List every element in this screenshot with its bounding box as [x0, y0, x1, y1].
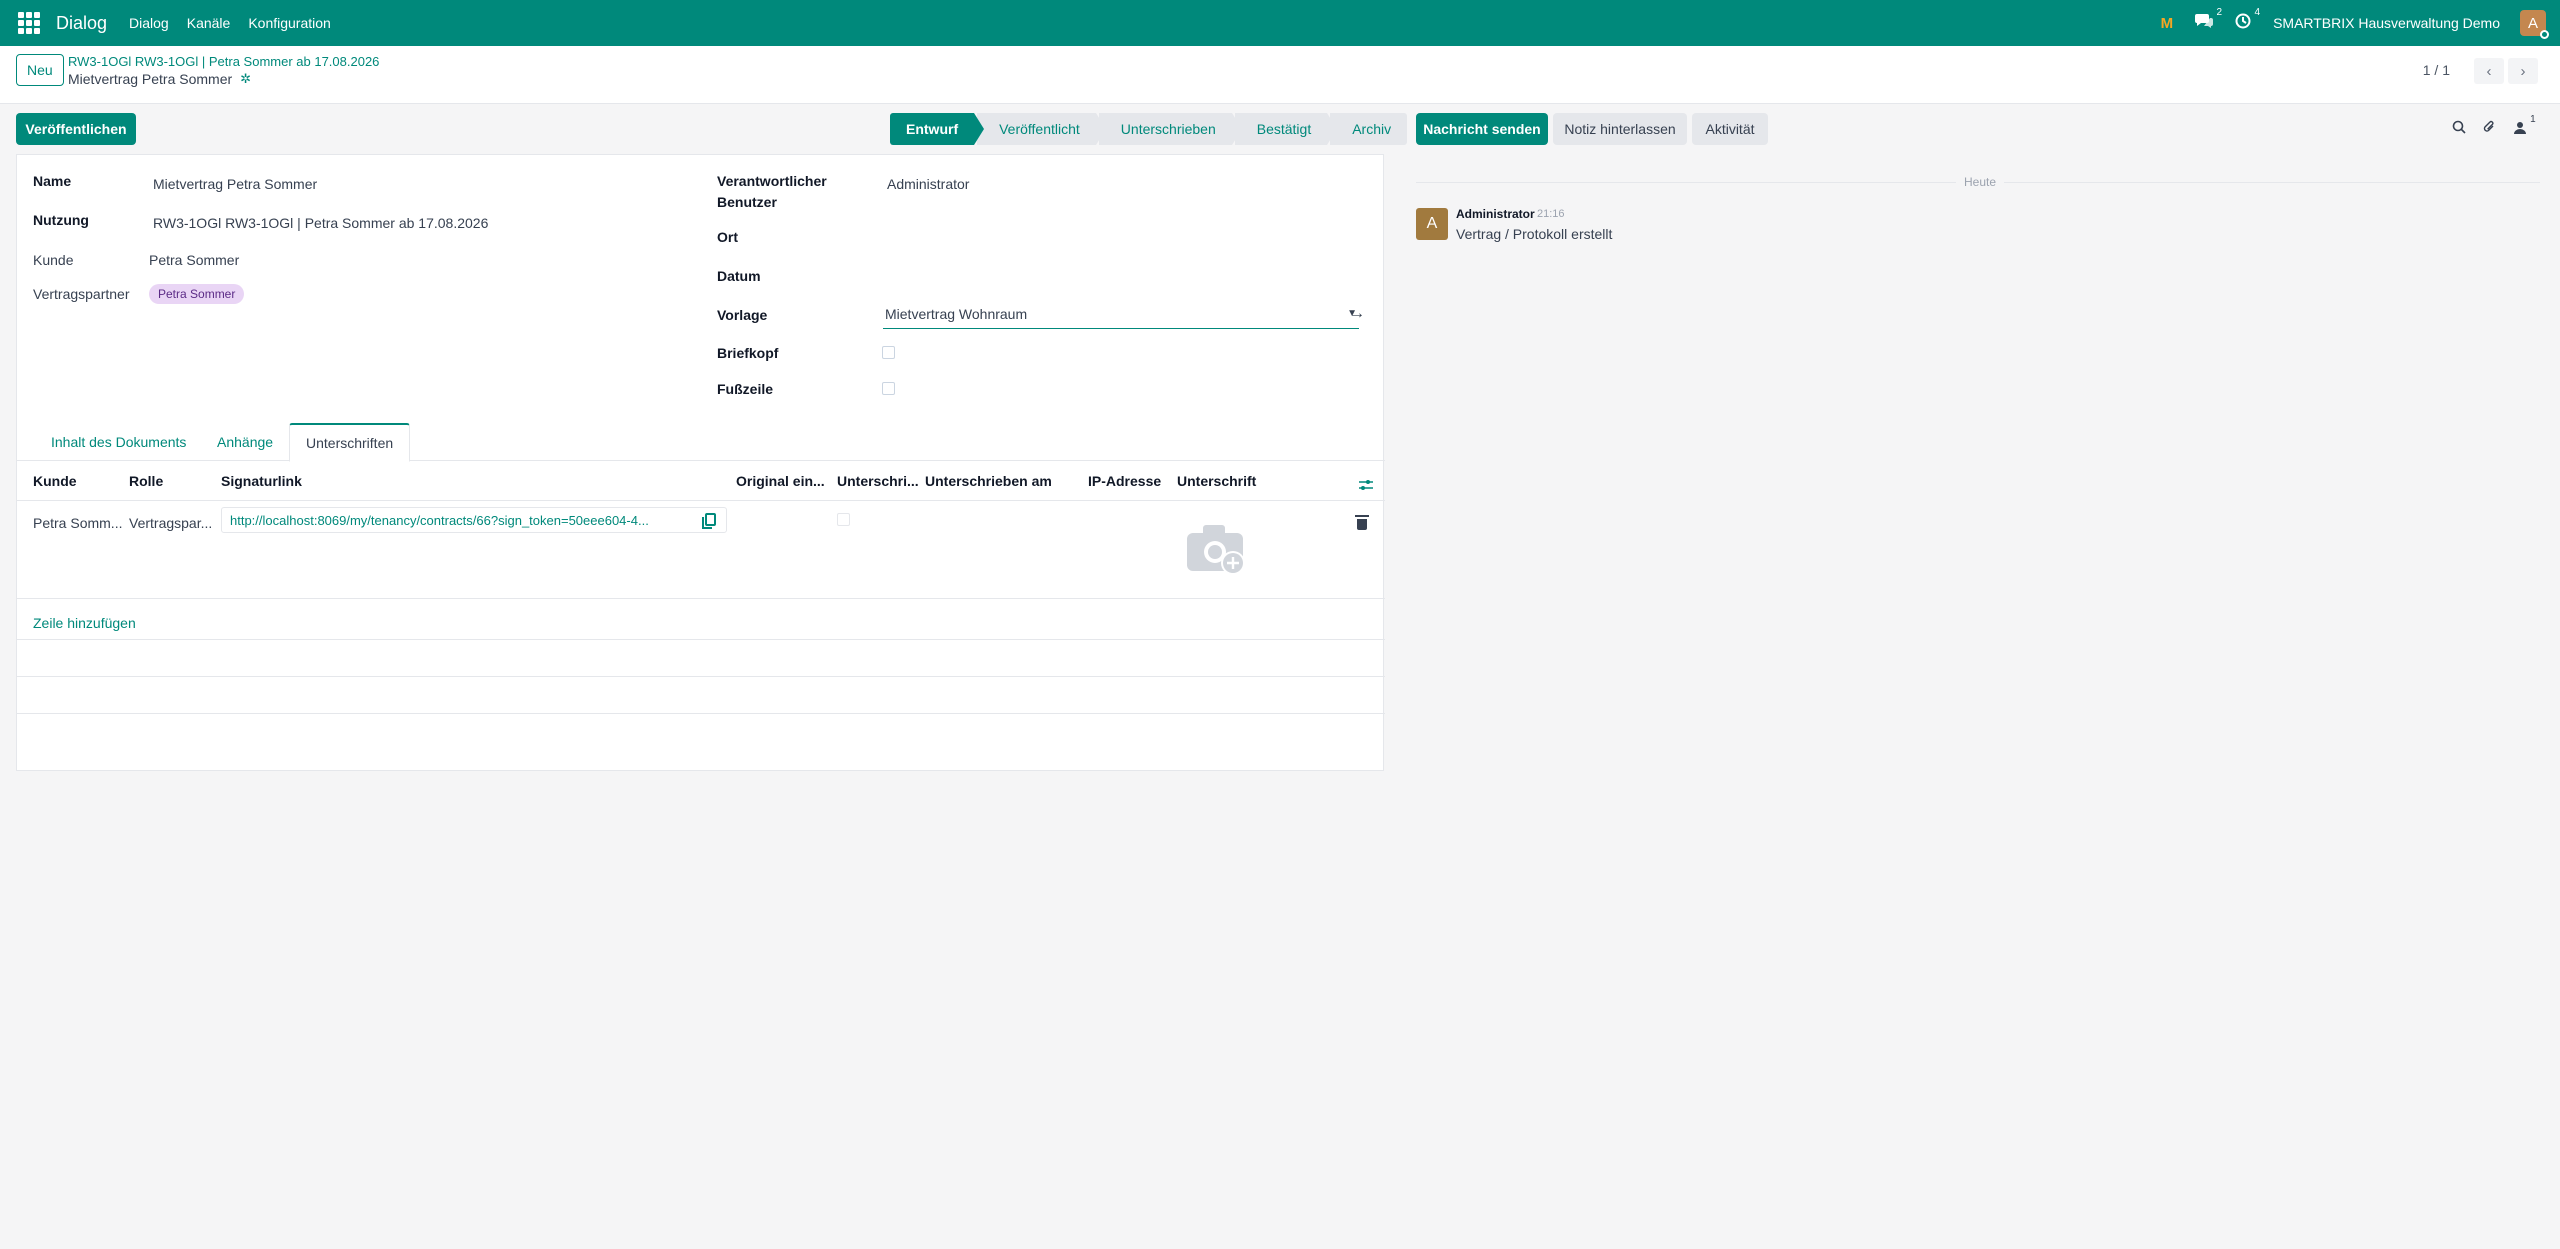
avatar-letter: A: [2527, 14, 2538, 32]
status-bar: Entwurf Veröffentlicht Unterschrieben Be…: [890, 113, 1410, 145]
signatures-table-header: Kunde Rolle Signaturlink Original ein...…: [17, 461, 1385, 501]
fusszeile-checkbox[interactable]: [882, 382, 895, 395]
followers-count: 1: [2530, 114, 2536, 125]
message-author[interactable]: Administrator: [1456, 207, 1535, 221]
fusszeile-label: Fußzeile: [717, 381, 774, 397]
table-row[interactable]: Petra Somm... Vertragspar... http://loca…: [17, 501, 1385, 599]
col-ip-adresse[interactable]: IP-Adresse: [1088, 473, 1161, 489]
col-kunde[interactable]: Kunde: [33, 473, 77, 489]
vorlage-value: Mietvertrag Wohnraum: [885, 306, 1028, 322]
chevron-right-icon: ›: [2520, 62, 2526, 80]
presence-dot: [2540, 30, 2549, 39]
row-rolle: Vertragspar...: [129, 515, 213, 531]
company-switcher[interactable]: SMARTBRIX Hausverwaltung Demo: [2273, 15, 2500, 31]
responsible-label-line2: Benutzer: [717, 194, 777, 210]
empty-row-divider: [17, 639, 1385, 640]
partner-tag[interactable]: Petra Sommer: [149, 284, 245, 304]
top-navbar: Dialog Dialog Kanäle Konfiguration M 2 4…: [0, 0, 2560, 46]
col-rolle[interactable]: Rolle: [129, 473, 163, 489]
signature-link[interactable]: http://localhost:8069/my/tenancy/contrac…: [230, 513, 690, 528]
name-field[interactable]: Mietvertrag Petra Sommer: [153, 176, 317, 192]
odoo-logo-icon[interactable]: M: [2161, 15, 2174, 32]
row-kunde: Petra Somm...: [33, 515, 123, 531]
breadcrumb[interactable]: RW3-1OGl RW3-1OGl | Petra Sommer ab 17.0…: [68, 54, 379, 69]
control-panel: Neu RW3-1OGl RW3-1OGl | Petra Sommer ab …: [0, 46, 2560, 104]
record-title-text: Mietvertrag Petra Sommer: [68, 71, 233, 87]
publish-button[interactable]: Veröffentlichen: [16, 113, 136, 145]
partner-label: Vertragspartner: [33, 286, 130, 302]
pager-next-button[interactable]: ›: [2508, 58, 2538, 84]
stage-unterschrieben[interactable]: Unterschrieben: [1098, 113, 1242, 145]
stage-veroeffentlicht[interactable]: Veröffentlicht: [977, 113, 1106, 145]
col-signaturlink[interactable]: Signaturlink: [221, 473, 302, 489]
followers-icon[interactable]: 1: [2514, 114, 2536, 138]
datum-label: Datum: [717, 268, 761, 284]
apps-menu-icon[interactable]: [16, 10, 42, 36]
message-author-avatar[interactable]: A: [1416, 208, 1448, 240]
record-title: Mietvertrag Petra Sommer ✲: [68, 71, 251, 87]
arrow-right-icon[interactable]: →: [1349, 305, 1365, 323]
col-unterschrift[interactable]: Unterschrift: [1177, 473, 1256, 489]
message-time: 21:16: [1537, 208, 1565, 220]
menu-dialog[interactable]: Dialog: [129, 15, 169, 31]
log-note-button[interactable]: Notiz hinterlassen: [1553, 113, 1687, 145]
vorlage-select[interactable]: Mietvertrag Wohnraum ▼: [883, 301, 1359, 329]
chevron-left-icon: ‹: [2486, 62, 2492, 80]
stage-bestaetigt[interactable]: Bestätigt: [1234, 113, 1338, 145]
add-line-link[interactable]: Zeile hinzufügen: [33, 615, 136, 631]
empty-row-divider: [17, 713, 1385, 714]
delete-row-trash-icon[interactable]: [1355, 515, 1369, 530]
tab-unterschriften[interactable]: Unterschriften: [289, 423, 411, 462]
tab-inhalt[interactable]: Inhalt des Dokuments: [35, 423, 202, 461]
vorlage-label: Vorlage: [717, 307, 768, 323]
messages-counter: 2: [2216, 6, 2223, 18]
notebook-tabs: Inhalt des Dokuments Anhänge Unterschrif…: [17, 423, 1385, 462]
user-avatar[interactable]: A: [2520, 10, 2549, 39]
attachment-paperclip-icon[interactable]: [2482, 120, 2496, 138]
row-signed-checkbox[interactable]: [837, 513, 850, 526]
nutzung-field[interactable]: RW3-1OGl RW3-1OGl | Petra Sommer ab 17.0…: [153, 215, 488, 231]
pager-value[interactable]: 1 / 1: [2423, 62, 2450, 78]
kunde-field[interactable]: Petra Sommer: [149, 252, 239, 268]
col-original[interactable]: Original ein...: [736, 473, 825, 489]
stage-entwurf[interactable]: Entwurf: [890, 113, 985, 145]
empty-row-divider: [17, 676, 1385, 677]
new-button[interactable]: Neu: [16, 54, 64, 86]
send-message-button[interactable]: Nachricht senden: [1416, 113, 1548, 145]
messages-icon[interactable]: 2: [2195, 7, 2222, 34]
briefkopf-checkbox[interactable]: [882, 346, 895, 359]
message-body: Vertrag / Protokoll erstellt: [1456, 226, 1613, 242]
nutzung-label: Nutzung: [33, 212, 89, 228]
menu-kanaele[interactable]: Kanäle: [187, 15, 231, 31]
responsible-field[interactable]: Administrator: [887, 176, 969, 192]
add-signature-camera-icon[interactable]: [1185, 521, 1249, 577]
gear-icon[interactable]: ✲: [240, 71, 251, 87]
copy-icon[interactable]: [702, 513, 716, 529]
responsible-label-line1: Verantwortlicher: [717, 173, 827, 189]
col-unterschrieben[interactable]: Unterschri...: [837, 473, 919, 489]
activities-counter: 4: [2254, 6, 2261, 18]
stage-archiv[interactable]: Archiv: [1330, 113, 1408, 145]
kunde-label: Kunde: [33, 252, 74, 268]
date-separator-label: Heute: [1956, 175, 2005, 189]
name-label: Name: [33, 173, 72, 189]
signature-link-field[interactable]: http://localhost:8069/my/tenancy/contrac…: [221, 507, 727, 533]
app-name[interactable]: Dialog: [56, 13, 107, 34]
search-icon[interactable]: [2452, 120, 2466, 138]
menu-konfiguration[interactable]: Konfiguration: [248, 15, 331, 31]
ort-label: Ort: [717, 229, 738, 245]
activities-clock-icon[interactable]: 4: [2235, 7, 2260, 34]
form-sheet: Name Mietvertrag Petra Sommer Nutzung RW…: [16, 154, 1385, 771]
tab-anhaenge[interactable]: Anhänge: [201, 423, 289, 461]
activity-button[interactable]: Aktivität: [1692, 113, 1768, 145]
pager-previous-button[interactable]: ‹: [2474, 58, 2504, 84]
briefkopf-label: Briefkopf: [717, 345, 779, 361]
col-unterschrieben-am[interactable]: Unterschrieben am: [925, 473, 1052, 489]
optional-columns-icon[interactable]: [1359, 477, 1373, 490]
